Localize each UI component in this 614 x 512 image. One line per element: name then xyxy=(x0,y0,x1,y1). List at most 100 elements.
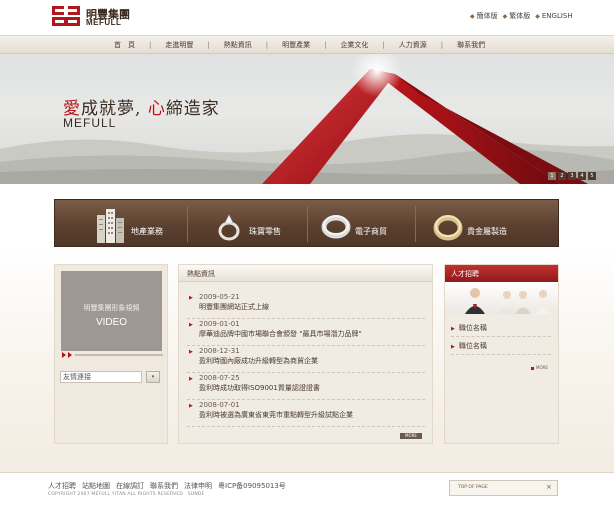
arrow-icon: ▶ xyxy=(189,295,193,301)
footer-link-contact[interactable]: 聯系我們 xyxy=(150,481,178,491)
job-title: 職位名稱 xyxy=(458,342,487,350)
arrow-icon: ▶ xyxy=(189,376,193,382)
news-list: ▶ 2009-05-21 明豐集團網站正式上線 ▶ 2009-01-01 摩華迪… xyxy=(187,292,425,427)
video-label: VIDEO xyxy=(95,317,128,328)
ring-band-icon xyxy=(319,205,351,243)
news-date: 2008-12-31 xyxy=(199,347,240,355)
logo-mark-icon xyxy=(52,5,82,27)
jobs-more-label: MORE xyxy=(536,365,548,370)
jobs-header: 人才招聘 xyxy=(445,265,558,282)
arrow-icon: ▶ xyxy=(189,349,193,355)
news-title: 熱點資訊 xyxy=(187,270,215,278)
banner-pager: 1 2 3 4 5 xyxy=(548,172,596,180)
footer-icp[interactable]: 粵ICP备09095013号 xyxy=(218,481,286,491)
biz-ecommerce[interactable]: 電子商貿 xyxy=(319,200,387,248)
job-title: 職位名稱 xyxy=(458,324,487,332)
jobs-photo xyxy=(445,282,558,314)
lang-english[interactable]: ◆ ENGLISH xyxy=(535,11,572,21)
biz-divider xyxy=(187,206,188,242)
news-more-button[interactable]: MORE xyxy=(400,433,422,439)
business-strip: 地產業務 珠寶零售 電子商貿 貴金屬製造 xyxy=(54,199,559,247)
nav-news[interactable]: 熱點資訊 xyxy=(210,40,266,50)
news-date: 2008-07-01 xyxy=(199,401,240,409)
gold-ring-icon xyxy=(431,205,463,243)
video-controls xyxy=(62,352,163,358)
dropdown-button[interactable]: ▾ xyxy=(146,371,160,383)
banner-page-4[interactable]: 4 xyxy=(578,172,586,180)
close-icon[interactable]: × xyxy=(546,483,552,491)
video-caption: 明豐集團形象視頻 xyxy=(83,304,140,312)
back-to-top-label: TOP OF PAGE xyxy=(458,485,488,490)
slogan-part: 心 xyxy=(147,99,166,119)
news-headline[interactable]: 摩華迪品牌中國市場聯合會頒發 "最具市場潛力品牌" xyxy=(199,329,362,339)
main-nav: 首 頁 | 走進明豐 | 熱點資訊 | 明豐產業 | 企業文化 | 人力資源 |… xyxy=(0,35,614,54)
logo-subtext: MEFULL xyxy=(86,18,122,27)
footer: 人才招聘 站點地圖 在線調訂 聯系我們 法律申明 粵ICP备09095013号 … xyxy=(0,472,614,512)
divider xyxy=(451,354,551,355)
friend-links-select[interactable]: 友情連接 xyxy=(60,371,142,383)
nav-industry[interactable]: 明豐產業 xyxy=(268,40,324,50)
arrow-icon: ▶ xyxy=(189,322,193,328)
job-item[interactable]: ▶ 職位名稱 xyxy=(451,323,487,333)
logo[interactable]: 明豐集團 MEFULL xyxy=(52,5,144,27)
news-panel: 熱點資訊 ▶ 2009-05-21 明豐集團網站正式上線 ▶ 2009-01-0… xyxy=(178,264,433,444)
footer-link-jobs[interactable]: 人才招聘 xyxy=(48,481,76,491)
nav-home[interactable]: 首 頁 xyxy=(100,40,149,50)
biz-jewelry[interactable]: 珠寶零售 xyxy=(213,200,281,248)
biz-divider xyxy=(307,206,308,242)
nav-hr[interactable]: 人力資源 xyxy=(385,40,441,50)
banner-page-2[interactable]: 2 xyxy=(558,172,566,180)
building-icon xyxy=(95,205,127,243)
nav-culture[interactable]: 企業文化 xyxy=(326,40,382,50)
biz-divider xyxy=(415,206,416,242)
nav-contact[interactable]: 聯系我們 xyxy=(443,40,499,50)
news-headline[interactable]: 盈利時國內廠成功升級轉型為商貿企業 xyxy=(199,356,318,366)
news-date: 2009-01-01 xyxy=(199,320,240,328)
news-headline[interactable]: 明豐集團網站正式上線 xyxy=(199,302,269,312)
bullet-icon: ◆ xyxy=(535,12,540,20)
biz-realestate[interactable]: 地產業務 xyxy=(95,200,163,248)
slogan-part: 締造家 xyxy=(165,99,220,119)
lang-traditional[interactable]: ◆ 繁体版 xyxy=(503,11,531,21)
bullet-icon: ◆ xyxy=(470,12,475,20)
news-item[interactable]: ▶ 2008-12-31 盈利時國內廠成功升級轉型為商貿企業 xyxy=(187,346,425,373)
credit-text: SUNDE xyxy=(187,492,205,497)
ring-icon xyxy=(213,205,245,243)
play-icon xyxy=(68,352,72,358)
news-item[interactable]: ▶ 2009-05-21 明豐集團網站正式上線 xyxy=(187,292,425,319)
biz-ecommerce-label: 電子商貿 xyxy=(355,226,387,236)
arrow-icon: ▶ xyxy=(189,403,193,409)
divider xyxy=(451,336,551,337)
nav-about[interactable]: 走進明豐 xyxy=(151,40,207,50)
news-headline[interactable]: 盈利時成功取得ISO9001質量認證證書 xyxy=(199,383,320,393)
biz-metal-label: 貴金屬製造 xyxy=(467,226,507,236)
video-player[interactable]: 明豐集團形象視頻 VIDEO xyxy=(61,271,162,351)
lang-simplified[interactable]: ◆ 簡体版 xyxy=(470,11,498,21)
jobs-title: 人才招聘 xyxy=(451,270,479,278)
footer-link-sitemap[interactable]: 站點地圖 xyxy=(82,481,110,491)
news-headline[interactable]: 盈利時被選為廣東省東莞市重點轉型升級試點企業 xyxy=(199,410,353,420)
biz-metal[interactable]: 貴金屬製造 xyxy=(431,200,507,248)
arrow-icon: ▶ xyxy=(451,344,455,350)
language-switch: ◆ 簡体版 ◆ 繁体版 ◆ ENGLISH xyxy=(470,11,573,21)
footer-links: 人才招聘 站點地圖 在線調訂 聯系我們 法律申明 粵ICP备09095013号 xyxy=(48,481,286,491)
footer-link-legal[interactable]: 法律申明 xyxy=(184,481,212,491)
news-item[interactable]: ▶ 2008-07-01 盈利時被選為廣東省東莞市重點轉型升級試點企業 xyxy=(187,400,425,427)
news-header: 熱點資訊 xyxy=(179,265,432,282)
lang-traditional-label: 繁体版 xyxy=(509,12,531,20)
hero-banner: 愛成就夢, 心締造家 MEFULL 1 2 3 4 5 xyxy=(0,54,614,184)
square-icon xyxy=(531,366,534,370)
back-to-top-button[interactable]: TOP OF PAGE × xyxy=(449,480,558,496)
jobs-more-link[interactable]: MORE xyxy=(531,365,548,370)
banner-page-1[interactable]: 1 xyxy=(548,172,556,180)
jobs-panel: 人才招聘 ▶ 職位名稱 ▶ 職位名稱 MORE xyxy=(444,264,559,444)
news-item[interactable]: ▶ 2009-01-01 摩華迪品牌中國市場聯合會頒發 "最具市場潛力品牌" xyxy=(187,319,425,346)
biz-jewelry-label: 珠寶零售 xyxy=(249,226,281,236)
job-item[interactable]: ▶ 職位名稱 xyxy=(451,341,487,351)
news-date: 2008-07-25 xyxy=(199,374,240,382)
copyright-text: COPYRIGHT 2007 MEFULL YITAN ALL RIGHTS R… xyxy=(48,492,184,497)
banner-page-3[interactable]: 3 xyxy=(568,172,576,180)
news-item[interactable]: ▶ 2008-07-25 盈利時成功取得ISO9001質量認證證書 xyxy=(187,373,425,400)
footer-link-order[interactable]: 在線調訂 xyxy=(116,481,144,491)
banner-page-5[interactable]: 5 xyxy=(588,172,596,180)
